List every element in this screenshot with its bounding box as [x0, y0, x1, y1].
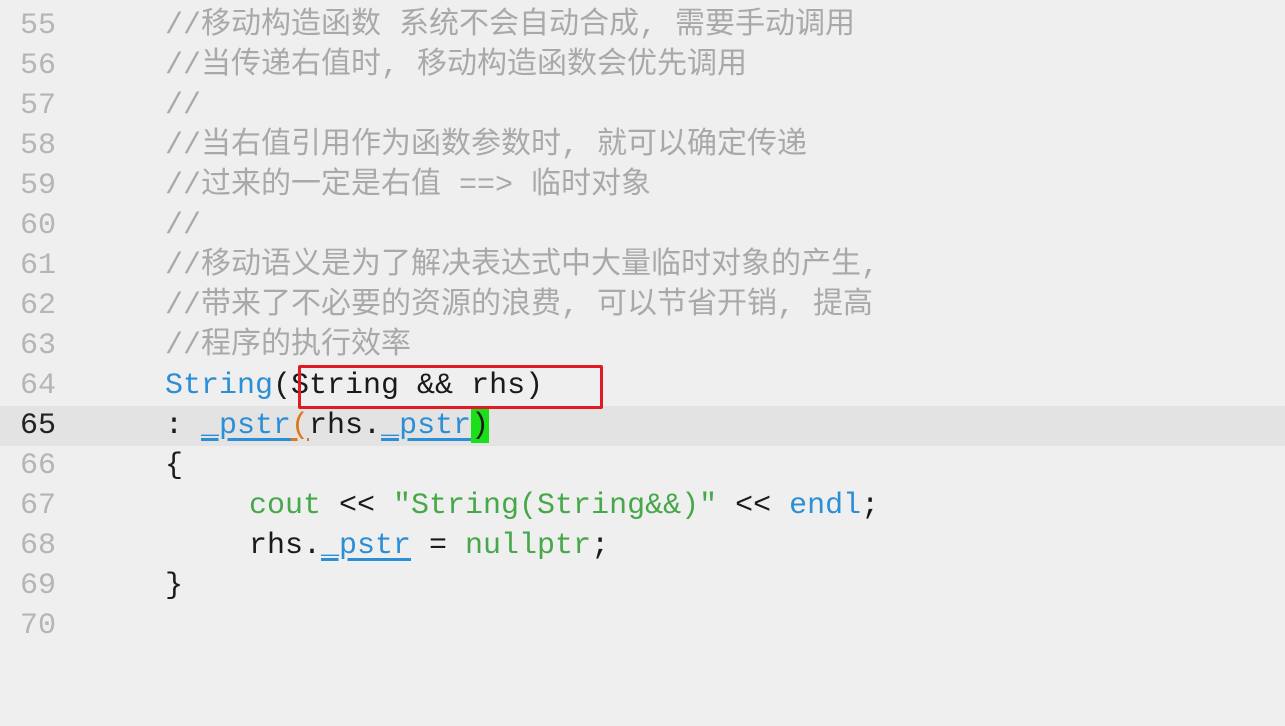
semicolon: ;: [861, 489, 880, 523]
comment-text: //过来的一定是右值 ==> 临时对象: [165, 169, 652, 203]
code-line-64[interactable]: 64 String(String && rhs): [0, 366, 1285, 406]
line-number: 65: [20, 409, 57, 443]
stream-op: <<: [717, 489, 790, 523]
open-paren: (: [291, 409, 310, 443]
line-number: 69: [20, 569, 57, 603]
code-line-56[interactable]: 56 //当传递右值时, 移动构造函数会优先调用: [0, 46, 1285, 86]
code-line-65-current[interactable]: 65 : _pstr(rhs._pstr): [0, 406, 1285, 446]
comment-text: //带来了不必要的资源的浪费, 可以节省开销, 提高: [165, 289, 874, 323]
line-number: 70: [20, 609, 57, 643]
comment-text: //: [165, 89, 202, 123]
code-line-55[interactable]: 55 //移动构造函数 系统不会自动合成, 需要手动调用: [0, 6, 1285, 46]
comment-text: //程序的执行效率: [165, 329, 412, 363]
comment-text: //移动构造函数 系统不会自动合成, 需要手动调用: [165, 9, 856, 43]
code-content: rhs._pstr = nullptr;: [249, 526, 609, 566]
arg-object: rhs.: [309, 409, 382, 443]
comment-text: //: [165, 209, 202, 243]
code-line-60[interactable]: 60 //: [0, 206, 1285, 246]
code-line-57[interactable]: 57 //: [0, 86, 1285, 126]
line-number: 64: [20, 369, 57, 403]
comment-text: //当右值引用作为函数参数时, 就可以确定传递: [165, 129, 808, 163]
endl-token: endl: [789, 489, 862, 523]
constructor-name: String: [165, 369, 274, 403]
assign-op: =: [411, 529, 466, 563]
constructor-params: (String && rhs): [273, 369, 544, 403]
comment-text: //移动语义是为了解决表达式中大量临时对象的产生,: [165, 249, 880, 283]
code-line-61[interactable]: 61 //移动语义是为了解决表达式中大量临时对象的产生,: [0, 246, 1285, 286]
code-line-70[interactable]: 70: [0, 606, 1285, 646]
line-number: 63: [20, 329, 57, 363]
code-line-67[interactable]: 67 cout << "String(String&&)" << endl;: [0, 486, 1285, 526]
line-number: 59: [20, 169, 57, 203]
code-line-62[interactable]: 62 //带来了不必要的资源的浪费, 可以节省开销, 提高: [0, 286, 1285, 326]
line-number: 60: [20, 209, 57, 243]
line-number: 61: [20, 249, 57, 283]
string-literal: "String(String&&)": [393, 489, 718, 523]
semicolon: ;: [591, 529, 610, 563]
lhs-member-pstr: _pstr: [321, 529, 412, 563]
line-number: 56: [20, 49, 57, 83]
nullptr-token: nullptr: [465, 529, 592, 563]
member-pstr: _pstr: [201, 409, 292, 443]
line-number: 57: [20, 89, 57, 123]
arg-member-pstr: _pstr: [381, 409, 472, 443]
code-line-68[interactable]: 68 rhs._pstr = nullptr;: [0, 526, 1285, 566]
line-number: 67: [20, 489, 57, 523]
line-number: 55: [20, 9, 57, 43]
cout-token: cout: [249, 489, 322, 523]
line-number: 68: [20, 529, 57, 563]
stream-op: <<: [321, 489, 394, 523]
close-brace: }: [165, 569, 184, 603]
code-line-66[interactable]: 66 {: [0, 446, 1285, 486]
code-editor[interactable]: 55 //移动构造函数 系统不会自动合成, 需要手动调用 56 //当传递右值时…: [0, 6, 1285, 646]
line-number: 66: [20, 449, 57, 483]
code-line-63[interactable]: 63 //程序的执行效率: [0, 326, 1285, 366]
lhs-object: rhs.: [249, 529, 322, 563]
code-content: : _pstr(rhs._pstr): [165, 406, 490, 446]
code-content: String(String && rhs): [165, 366, 543, 406]
open-brace: {: [165, 449, 184, 483]
code-line-59[interactable]: 59 //过来的一定是右值 ==> 临时对象: [0, 166, 1285, 206]
comment-text: //当传递右值时, 移动构造函数会优先调用: [165, 49, 748, 83]
close-paren-match: ): [471, 409, 490, 443]
line-number: 62: [20, 289, 57, 323]
init-colon: :: [165, 409, 202, 443]
code-line-69[interactable]: 69 }: [0, 566, 1285, 606]
code-line-58[interactable]: 58 //当右值引用作为函数参数时, 就可以确定传递: [0, 126, 1285, 166]
code-content: cout << "String(String&&)" << endl;: [249, 486, 879, 526]
line-number: 58: [20, 129, 57, 163]
